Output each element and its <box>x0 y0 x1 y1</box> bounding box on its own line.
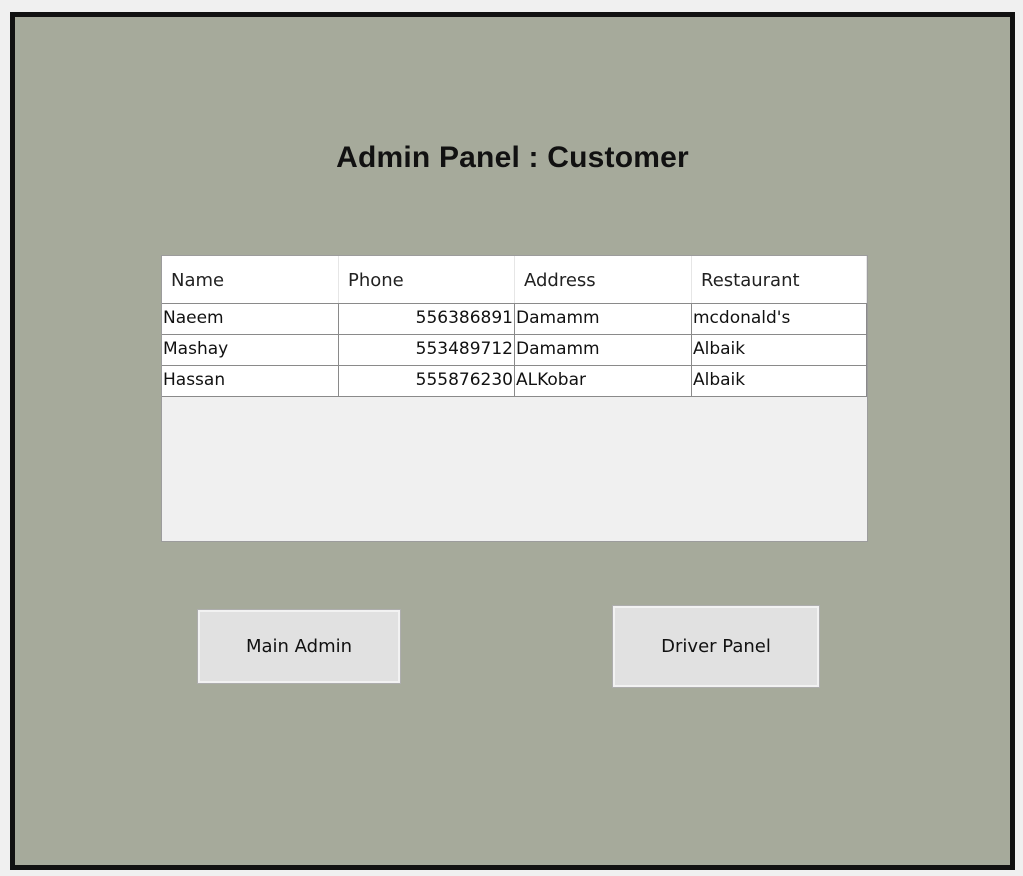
column-header-name[interactable]: Name <box>162 256 339 303</box>
table-row[interactable]: Naeem 556386891 Damamm mcdonald's <box>162 303 867 334</box>
table-header-row: Name Phone Address Restaurant <box>162 256 867 303</box>
cell-restaurant[interactable]: mcdonald's <box>692 304 867 334</box>
cell-name[interactable]: Hassan <box>162 366 339 396</box>
column-header-phone[interactable]: Phone <box>339 256 515 303</box>
cell-phone[interactable]: 556386891 <box>339 304 515 334</box>
column-header-restaurant[interactable]: Restaurant <box>692 256 867 303</box>
cell-address[interactable]: Damamm <box>515 304 692 334</box>
cell-address[interactable]: ALKobar <box>515 366 692 396</box>
table-body: Naeem 556386891 Damamm mcdonald's Mashay… <box>162 303 867 397</box>
cell-phone[interactable]: 555876230 <box>339 366 515 396</box>
column-header-address[interactable]: Address <box>515 256 692 303</box>
table-row[interactable]: Hassan 555876230 ALKobar Albaik <box>162 365 867 397</box>
cell-phone[interactable]: 553489712 <box>339 335 515 365</box>
table-row[interactable]: Mashay 553489712 Damamm Albaik <box>162 334 867 365</box>
main-admin-button[interactable]: Main Admin <box>197 609 401 684</box>
cell-name[interactable]: Mashay <box>162 335 339 365</box>
customer-table[interactable]: Name Phone Address Restaurant Naeem 5563… <box>161 255 868 542</box>
cell-address[interactable]: Damamm <box>515 335 692 365</box>
admin-customer-window: Admin Panel : Customer Name Phone Addres… <box>10 12 1015 870</box>
page-title: Admin Panel : Customer <box>336 141 689 174</box>
cell-restaurant[interactable]: Albaik <box>692 335 867 365</box>
cell-name[interactable]: Naeem <box>162 304 339 334</box>
cell-restaurant[interactable]: Albaik <box>692 366 867 396</box>
driver-panel-button[interactable]: Driver Panel <box>612 605 820 688</box>
